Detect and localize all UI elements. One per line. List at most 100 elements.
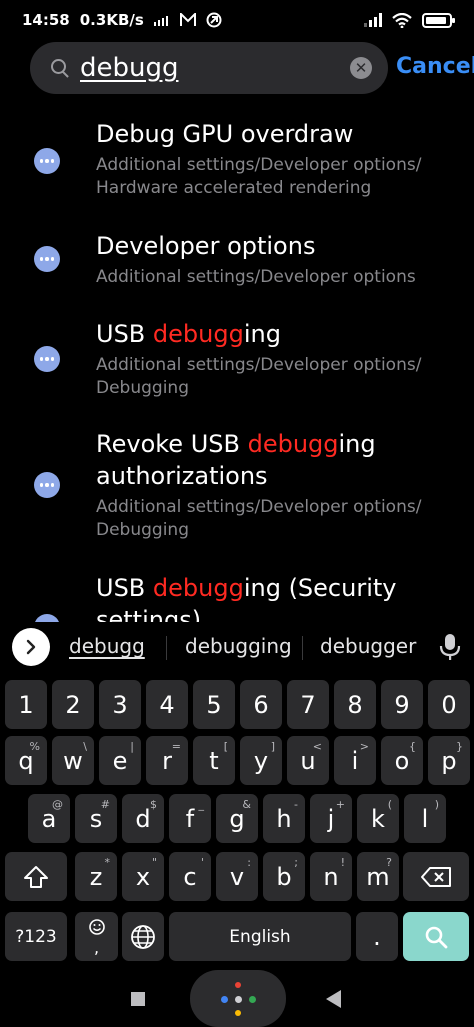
home-assistant-button[interactable] [190, 970, 286, 1027]
key-alt-symbol: % [29, 740, 40, 753]
key-7[interactable]: 7 [287, 680, 329, 729]
suggestion-divider [302, 636, 303, 660]
language-key[interactable] [122, 912, 164, 961]
key-a[interactable]: a @ [28, 794, 70, 843]
keyboard: ?123 , English . 1 2 3 4 5 6 7 8 9 0 q% w \ e | r = t[y] u… [0, 676, 474, 967]
globe-icon [131, 924, 155, 949]
key-x[interactable]: x " [122, 852, 164, 901]
key-0[interactable]: 0 [428, 680, 470, 729]
recents-square-icon[interactable] [131, 992, 145, 1006]
key-u[interactable]: u < [287, 736, 329, 785]
key-label: x [135, 862, 151, 891]
search-row: debugg ✕ Cancel [0, 42, 474, 94]
key-m[interactable]: m? [357, 852, 399, 901]
key-alt-symbol: ! [340, 856, 345, 869]
key-r[interactable]: r = [146, 736, 188, 785]
key-label: 5 [206, 690, 222, 719]
status-speed: 0.3KB/s [79, 11, 144, 29]
key-k[interactable]: k( [357, 794, 399, 843]
key-6[interactable]: 6 [240, 680, 282, 729]
cancel-button[interactable]: Cancel [396, 54, 474, 79]
key-label: i [351, 746, 359, 775]
key-e[interactable]: e | [99, 736, 141, 785]
key-w[interactable]: w \ [52, 736, 94, 785]
key-8[interactable]: 8 [334, 680, 376, 729]
key-g[interactable]: g & [216, 794, 258, 843]
key-alt-symbol: | [130, 740, 134, 753]
key-label: r [162, 746, 172, 775]
key-label: p [441, 746, 457, 775]
key-alt-symbol: : [247, 856, 251, 869]
result-usb-debugging-security[interactable]: USB debugging (Security settings) [0, 566, 474, 622]
key-9[interactable]: 9 [381, 680, 423, 729]
space-key[interactable]: English [169, 912, 351, 961]
key-alt-symbol: " [151, 856, 157, 869]
key-h[interactable]: h- [263, 794, 305, 843]
emoji-key[interactable]: , [75, 912, 118, 961]
clear-search-button[interactable]: ✕ [350, 57, 372, 79]
result-debug-gpu-overdraw[interactable]: Debug GPU overdraw Additional settings/D… [0, 112, 474, 208]
key-alt-symbol: @ [52, 798, 63, 811]
key-label: 9 [394, 690, 410, 719]
key-s[interactable]: s # [75, 794, 117, 843]
suggestion-divider [166, 636, 167, 660]
key-i[interactable]: i > [334, 736, 376, 785]
result-developer-options[interactable]: Developer options Additional settings/De… [0, 224, 474, 296]
key-label: 1 [18, 690, 34, 719]
key-alt-symbol: ( [387, 798, 392, 811]
suggestion-2[interactable]: debugging [185, 634, 292, 658]
expand-toolbar-button[interactable] [12, 628, 50, 666]
key-c[interactable]: c ' [169, 852, 211, 901]
key-q[interactable]: q% [5, 736, 47, 785]
key-d[interactable]: d $ [122, 794, 164, 843]
assistant-dot-green [249, 996, 256, 1003]
key-v[interactable]: v: [216, 852, 258, 901]
shift-key[interactable] [5, 852, 67, 901]
key-z[interactable]: z * [75, 852, 117, 901]
wifi-icon [392, 12, 412, 28]
key-1[interactable]: 1 [5, 680, 47, 729]
key-j[interactable]: j + [310, 794, 352, 843]
search-submit-key[interactable] [403, 912, 469, 961]
backspace-icon [421, 866, 451, 887]
microphone-icon[interactable] [438, 632, 462, 662]
key-label: v [229, 862, 245, 891]
assistant-dot-white [235, 996, 242, 1003]
key-alt-symbol: _ [198, 798, 205, 811]
status-time: 14:58 [22, 11, 70, 29]
back-triangle-icon[interactable] [326, 990, 341, 1008]
key-f[interactable]: f _ [169, 794, 211, 843]
search-input[interactable]: debugg ✕ [30, 42, 388, 94]
key-label: 3 [112, 690, 128, 719]
result-revoke-usb-debugging[interactable]: Revoke USB debugging authorizations Addi… [0, 422, 474, 552]
key-p[interactable]: p} [428, 736, 470, 785]
cell-signal-icon [364, 13, 382, 27]
result-title: USB debugging [96, 320, 281, 348]
more-dots-icon [34, 472, 60, 498]
suggestion-1[interactable]: debugg [69, 634, 145, 658]
mail-icon [179, 13, 196, 26]
key-o[interactable]: o{ [381, 736, 423, 785]
key-2[interactable]: 2 [52, 680, 94, 729]
more-dots-icon [34, 614, 60, 622]
key-alt-symbol: - [294, 798, 298, 811]
key-alt-symbol: & [242, 798, 251, 811]
key-b[interactable]: b; [263, 852, 305, 901]
key-4[interactable]: 4 [146, 680, 188, 729]
assistant-dot-yellow [235, 1010, 241, 1016]
key-t[interactable]: t[ [193, 736, 235, 785]
search-query[interactable]: debugg [80, 53, 179, 83]
result-usb-debugging[interactable]: USB debugging Additional settings/Develo… [0, 312, 474, 408]
key-3[interactable]: 3 [99, 680, 141, 729]
key-label: 6 [253, 690, 269, 719]
symbols-key[interactable]: ?123 [5, 912, 67, 961]
key-5[interactable]: 5 [193, 680, 235, 729]
key-l[interactable]: l) [404, 794, 446, 843]
key-label: 4 [159, 690, 175, 719]
status-bar: 14:58 0.3KB/s [0, 0, 474, 40]
key-y[interactable]: y] [240, 736, 282, 785]
suggestion-3[interactable]: debugger [320, 634, 416, 658]
period-key[interactable]: . [356, 912, 398, 961]
backspace-key[interactable] [403, 852, 469, 901]
key-n[interactable]: n! [310, 852, 352, 901]
